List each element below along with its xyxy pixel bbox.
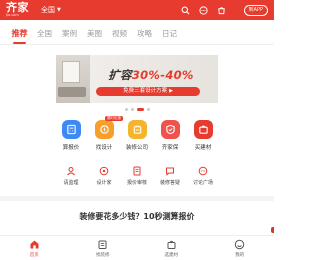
service-jia-guarantee[interactable]: 齐家保 xyxy=(155,120,185,154)
tool-renovation-faq[interactable]: 装修答疑 xyxy=(155,165,185,190)
service-label: 买建材 xyxy=(194,145,212,151)
service-label: 齐家保 xyxy=(161,145,179,151)
materials-icon xyxy=(166,239,177,250)
city-label: 全国 xyxy=(41,6,55,14)
designer-icon xyxy=(99,165,110,176)
tool-designers[interactable]: 设计家 xyxy=(89,165,119,190)
quote-calculator-promo[interactable]: 装修要花多少钱？10秒测算报价 xyxy=(0,211,274,222)
logo[interactable]: 齐家 Jia.com xyxy=(6,2,29,18)
tool-label: 装修答疑 xyxy=(159,180,180,186)
tab-photos[interactable]: 美图 xyxy=(82,27,107,41)
shield-icon xyxy=(160,120,180,139)
tool-label: 讨论广场 xyxy=(192,180,213,186)
cart-icon[interactable] xyxy=(217,5,227,15)
banner-title: 扩容30%-40% xyxy=(86,67,216,83)
logo-subtext: Jia.com xyxy=(6,13,19,18)
service-buy-materials[interactable]: 买建材 xyxy=(188,120,218,154)
tab-nationwide[interactable]: 全国 xyxy=(32,27,57,41)
bottom-navigation: 首页 找装修 选建材 我的 xyxy=(0,235,274,260)
category-tabs: 推荐 全国 案例 美图 视频 攻略 日记 xyxy=(0,24,274,44)
floating-side-tab[interactable] xyxy=(271,227,274,233)
tool-discussion-forum[interactable]: 讨论广场 xyxy=(188,165,218,190)
tab-cases[interactable]: 案例 xyxy=(57,27,82,41)
tool-label: 请监理 xyxy=(63,180,79,186)
carousel-dot xyxy=(131,108,134,111)
quote-review-icon xyxy=(132,165,143,176)
nav-home[interactable]: 首页 xyxy=(14,239,54,258)
profile-icon xyxy=(234,239,245,250)
carousel-dot xyxy=(125,108,128,111)
promo-badge: 限时优惠 xyxy=(105,116,123,121)
tool-label: 设计家 xyxy=(96,180,112,186)
nav-profile[interactable]: 我的 xyxy=(220,239,260,258)
nav-find-renovation[interactable]: 找装修 xyxy=(83,239,123,258)
tab-recommend[interactable]: 推荐 xyxy=(7,27,32,44)
shopping-icon xyxy=(193,120,213,139)
service-grid: 算报价 限时优惠 找设计 装修公司 齐家保 买建材 xyxy=(56,116,218,154)
tool-hire-supervisor[interactable]: 请监理 xyxy=(56,165,86,190)
tool-label: 报价审核 xyxy=(126,180,147,186)
arrow-right-icon: ▶ xyxy=(169,88,173,94)
home-icon xyxy=(29,239,40,250)
tab-guides[interactable]: 攻略 xyxy=(132,27,157,41)
open-app-button[interactable]: 到APP xyxy=(243,4,268,16)
service-renovation-company[interactable]: 装修公司 xyxy=(122,120,152,154)
banner-cta-button[interactable]: 免费三套设计方案 ▶ xyxy=(96,87,200,96)
tool-grid: 请监理 设计家 报价审核 装修答疑 讨论广场 xyxy=(56,165,218,190)
service-calculate-quote[interactable]: 算报价 xyxy=(56,120,86,154)
service-find-design[interactable]: 限时优惠 找设计 xyxy=(89,116,123,154)
carousel-indicator xyxy=(125,108,150,111)
banner-title-prefix: 扩容 xyxy=(108,68,132,82)
tab-diary[interactable]: 日记 xyxy=(157,27,182,41)
nav-label: 找装修 xyxy=(96,253,110,258)
faq-icon xyxy=(165,165,176,176)
service-label: 找设计 xyxy=(95,145,113,151)
search-icon[interactable] xyxy=(181,5,191,15)
nav-label: 我的 xyxy=(235,253,245,258)
carousel-dot-active xyxy=(137,108,144,111)
chevron-down-icon: ▼ xyxy=(57,7,61,13)
design-icon xyxy=(94,120,114,139)
tool-quote-review[interactable]: 报价审核 xyxy=(122,165,152,190)
logo-text: 齐家 xyxy=(6,1,29,15)
top-header: 齐家 Jia.com 全国 ▼ 到APP xyxy=(0,0,274,20)
banner-title-highlight: 30%-40% xyxy=(131,68,194,82)
tab-divider xyxy=(0,44,274,45)
section-divider xyxy=(0,196,274,201)
city-selector[interactable]: 全国 ▼ xyxy=(41,5,61,15)
banner-cta-label: 免费三套设计方案 xyxy=(123,88,168,94)
message-icon[interactable] xyxy=(199,5,209,15)
tab-videos[interactable]: 视频 xyxy=(107,27,132,41)
renovation-icon xyxy=(97,239,108,250)
company-icon xyxy=(127,120,147,139)
promo-banner[interactable]: 扩容30%-40% 免费三套设计方案 ▶ xyxy=(56,55,218,103)
service-label: 装修公司 xyxy=(125,145,148,151)
forum-icon xyxy=(198,165,209,176)
nav-label: 选建材 xyxy=(164,253,179,258)
nav-label: 首页 xyxy=(29,253,39,258)
calculator-icon xyxy=(61,120,81,139)
supervisor-icon xyxy=(66,165,77,176)
room-image xyxy=(56,55,90,103)
service-label: 算报价 xyxy=(62,145,80,151)
carousel-dot xyxy=(147,108,150,111)
nav-choose-materials[interactable]: 选建材 xyxy=(151,239,191,258)
